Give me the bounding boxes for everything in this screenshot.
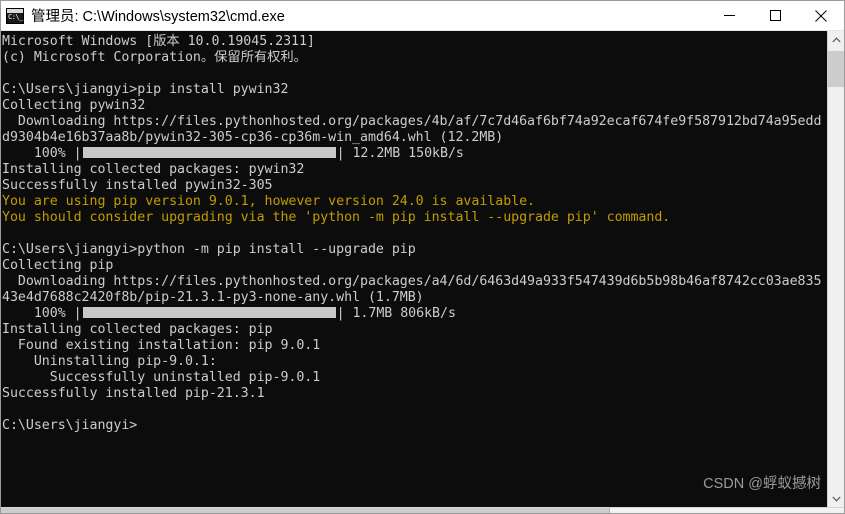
terminal-line: C:\Users\jiangyi>pip install pywin32 (2, 82, 289, 97)
chevron-up-icon (831, 36, 841, 42)
terminal-line: Microsoft Windows [版本 10.0.19045.2311] (2, 34, 315, 49)
cmd-window: C:\_ 管理员: C:\Windows\system32\cmd.exe Mi… (0, 0, 845, 514)
close-icon (815, 9, 827, 22)
download-progress-bar (82, 147, 336, 158)
terminal-line: Successfully uninstalled pip-9.0.1 (2, 370, 321, 385)
terminal-line: 43e4d7688c2420f8b/pip-21.3.1-py3-none-an… (2, 290, 424, 305)
terminal-line: Collecting pip (2, 258, 114, 273)
terminal-line: Uninstalling pip-9.0.1: (2, 354, 217, 369)
maximize-button[interactable] (752, 1, 798, 30)
console-area: Microsoft Windows [版本 10.0.19045.2311] (c… (1, 31, 844, 507)
close-button[interactable] (798, 1, 844, 30)
vertical-scrollbar-track[interactable] (828, 87, 844, 490)
terminal-line: Found existing installation: pip 9.0.1 (2, 338, 321, 353)
progress-stats-label: | 12.2MB 150kB/s (336, 146, 464, 161)
horizontal-scrollbar-thumb[interactable] (1, 508, 610, 513)
terminal-line: Downloading https://files.pythonhosted.o… (2, 274, 822, 289)
terminal-line: d9304b4e16b37aa8b/pywin32-305-cp36-cp36m… (2, 130, 504, 145)
terminal-line: Successfully installed pywin32-305 (2, 178, 273, 193)
chevron-down-icon (831, 496, 841, 502)
terminal-line: You are using pip version 9.0.1, however… (2, 194, 536, 209)
cmd-console-icon: C:\_ (6, 7, 24, 24)
terminal-line: You should consider upgrading via the 'p… (2, 210, 671, 225)
scroll-down-button[interactable] (828, 490, 844, 507)
terminal-line: Downloading https://files.pythonhosted.o… (2, 114, 822, 129)
download-progress-bar (82, 307, 336, 318)
icon-prompt-glyph: C:\_ (8, 12, 23, 21)
maximize-icon (769, 10, 781, 21)
terminal-line: (c) Microsoft Corporation。保留所有权利。 (2, 50, 307, 65)
minimize-icon (723, 15, 735, 16)
title-bar[interactable]: C:\_ 管理员: C:\Windows\system32\cmd.exe (1, 1, 844, 31)
horizontal-scrollbar-track[interactable] (610, 508, 844, 513)
horizontal-scrollbar[interactable] (1, 507, 844, 513)
terminal-line: 100% | | 1.7MB 806kB/s (2, 306, 827, 322)
terminal-line: Successfully installed pip-21.3.1 (2, 386, 265, 401)
progress-stats-label: | 1.7MB 806kB/s (336, 306, 456, 321)
terminal-line: Installing collected packages: pywin32 (2, 162, 305, 177)
terminal-line: 100% | | 12.2MB 150kB/s (2, 146, 827, 162)
minimize-button[interactable] (706, 1, 752, 30)
progress-percent-label: 100% | (2, 146, 82, 161)
terminal-line: C:\Users\jiangyi> (2, 418, 138, 433)
terminal-output[interactable]: Microsoft Windows [版本 10.0.19045.2311] (c… (1, 31, 827, 507)
scroll-up-button[interactable] (828, 31, 844, 48)
terminal-line: Installing collected packages: pip (2, 322, 273, 337)
vertical-scrollbar[interactable] (827, 31, 844, 507)
vertical-scrollbar-thumb[interactable] (828, 51, 844, 87)
window-controls (706, 1, 844, 30)
terminal-line: Collecting pywin32 (2, 98, 146, 113)
window-title: 管理员: C:\Windows\system32\cmd.exe (31, 9, 285, 25)
progress-percent-label: 100% | (2, 306, 82, 321)
terminal-line: C:\Users\jiangyi>python -m pip install -… (2, 242, 416, 257)
